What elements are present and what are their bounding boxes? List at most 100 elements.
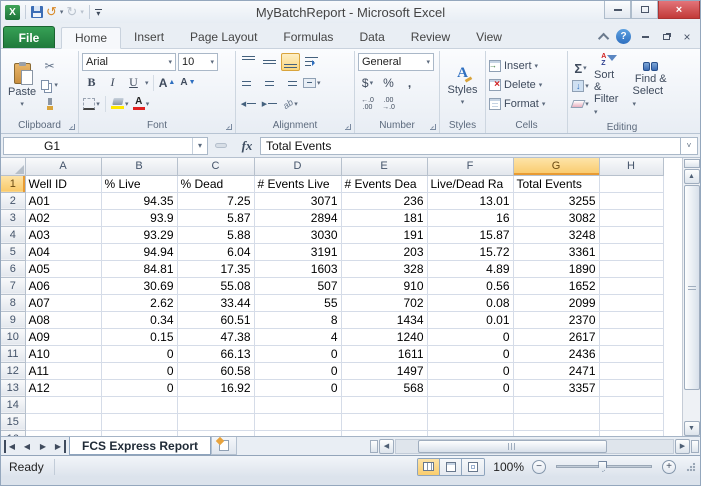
redo-icon[interactable]: ↻ (66, 6, 77, 18)
help-icon[interactable]: ? (616, 29, 631, 44)
cell-D15[interactable] (254, 413, 341, 430)
cell-F12[interactable]: 0 (427, 362, 513, 379)
column-header-D[interactable]: D (254, 158, 341, 175)
cell-B13[interactable]: 0 (101, 379, 177, 396)
cell-H4[interactable] (599, 226, 663, 243)
cell-F5[interactable]: 15.72 (427, 243, 513, 260)
cell-G4[interactable]: 3248 (513, 226, 599, 243)
cell-D12[interactable]: 0 (254, 362, 341, 379)
cell-F3[interactable]: 16 (427, 209, 513, 226)
cell-C10[interactable]: 47.38 (177, 328, 254, 345)
cell-C7[interactable]: 55.08 (177, 277, 254, 294)
cell-E3[interactable]: 181 (341, 209, 427, 226)
cell-C5[interactable]: 6.04 (177, 243, 254, 260)
cell-E1[interactable]: # Events Dea (341, 175, 427, 192)
page-break-view-button[interactable] (462, 459, 484, 475)
cell-E8[interactable]: 702 (341, 294, 427, 311)
collapse-ribbon-icon[interactable] (598, 32, 609, 43)
minimize-button[interactable] (604, 1, 631, 19)
cell-B16[interactable] (101, 430, 177, 436)
excel-logo-icon[interactable]: X (5, 5, 20, 20)
cell-C13[interactable]: 16.92 (177, 379, 254, 396)
fill-button[interactable]: ↓▾ (571, 77, 590, 95)
cell-A4[interactable]: A03 (25, 226, 101, 243)
dialog-launcher-icon[interactable] (69, 124, 75, 130)
cell-G14[interactable] (513, 396, 599, 413)
scroll-down-icon[interactable]: ▼ (684, 421, 700, 436)
cell-E10[interactable]: 1240 (341, 328, 427, 345)
column-header-F[interactable]: F (427, 158, 513, 175)
cell-C3[interactable]: 5.87 (177, 209, 254, 226)
cell-E2[interactable]: 236 (341, 192, 427, 209)
cell-C4[interactable]: 5.88 (177, 226, 254, 243)
expand-formula-bar-icon[interactable]: ˅ (681, 137, 698, 155)
column-header-A[interactable]: A (25, 158, 101, 175)
currency-format-button[interactable]: $▾ (358, 74, 377, 92)
scroll-up-icon[interactable]: ▲ (684, 169, 700, 184)
cell-A5[interactable]: A04 (25, 243, 101, 260)
cell-B4[interactable]: 93.29 (101, 226, 177, 243)
cell-A6[interactable]: A05 (25, 260, 101, 277)
cell-D2[interactable]: 3071 (254, 192, 341, 209)
decrease-decimal-button[interactable]: .00 →.0 (379, 95, 398, 113)
cell-G3[interactable]: 3082 (513, 209, 599, 226)
wrap-text-button[interactable] (302, 53, 321, 71)
font-name-select[interactable]: Arial▾ (82, 53, 176, 71)
delete-cells-button[interactable]: Delete▾ (489, 76, 564, 95)
cell-B8[interactable]: 2.62 (101, 294, 177, 311)
column-header-E[interactable]: E (341, 158, 427, 175)
row-header-16[interactable]: 16 (1, 430, 25, 436)
cell-D11[interactable]: 0 (254, 345, 341, 362)
row-header-2[interactable]: 2 (1, 192, 25, 209)
previous-sheet-icon[interactable]: ◀ (20, 440, 34, 453)
cell-G2[interactable]: 3255 (513, 192, 599, 209)
ribbon-tab-page-layout[interactable]: Page Layout (177, 26, 270, 48)
comma-format-button[interactable]: , (400, 74, 419, 92)
cell-E6[interactable]: 328 (341, 260, 427, 277)
cell-B7[interactable]: 30.69 (101, 277, 177, 294)
zoom-out-button[interactable]: − (532, 460, 546, 474)
fill-color-button[interactable]: ▾ (110, 95, 130, 113)
cell-E12[interactable]: 1497 (341, 362, 427, 379)
cell-B5[interactable]: 94.94 (101, 243, 177, 260)
decrease-indent-button[interactable]: ◀ (239, 95, 258, 113)
undo-icon[interactable]: ↺ (46, 6, 57, 18)
row-header-6[interactable]: 6 (1, 260, 25, 277)
horizontal-split-handle[interactable] (370, 440, 378, 453)
name-box-dropdown-icon[interactable]: ▾ (192, 138, 207, 154)
zoom-slider[interactable] (556, 465, 652, 468)
resize-grip-icon[interactable] (686, 462, 696, 472)
cell-D9[interactable]: 8 (254, 311, 341, 328)
cell-F11[interactable]: 0 (427, 345, 513, 362)
styles-button[interactable]: A Styles ▾ (444, 51, 482, 119)
cell-F2[interactable]: 13.01 (427, 192, 513, 209)
cell-D6[interactable]: 1603 (254, 260, 341, 277)
row-header-4[interactable]: 4 (1, 226, 25, 243)
row-header-3[interactable]: 3 (1, 209, 25, 226)
cell-C12[interactable]: 60.58 (177, 362, 254, 379)
cut-button[interactable]: ✂ (40, 57, 59, 75)
cell-C11[interactable]: 66.13 (177, 345, 254, 362)
horizontal-scroll-thumb[interactable] (418, 440, 606, 453)
cell-H7[interactable] (599, 277, 663, 294)
chevron-down-icon[interactable]: ▾ (145, 79, 149, 87)
percent-format-button[interactable]: % (379, 74, 398, 92)
cell-E7[interactable]: 910 (341, 277, 427, 294)
cell-C9[interactable]: 60.51 (177, 311, 254, 328)
cell-E4[interactable]: 191 (341, 226, 427, 243)
format-cells-button[interactable]: Format▾ (489, 95, 564, 114)
cell-F8[interactable]: 0.08 (427, 294, 513, 311)
formula-input[interactable]: Total Events (260, 137, 681, 155)
row-header-1[interactable]: 1 (1, 175, 25, 192)
cell-H9[interactable] (599, 311, 663, 328)
select-all-corner[interactable] (1, 158, 25, 175)
cell-G13[interactable]: 3357 (513, 379, 599, 396)
ribbon-tab-formulas[interactable]: Formulas (270, 26, 346, 48)
align-bottom-button[interactable] (281, 53, 300, 71)
clear-button[interactable]: ▾ (571, 95, 590, 113)
cell-H14[interactable] (599, 396, 663, 413)
insert-worksheet-tab[interactable] (211, 437, 237, 455)
column-header-B[interactable]: B (101, 158, 177, 175)
cell-F15[interactable] (427, 413, 513, 430)
cell-H10[interactable] (599, 328, 663, 345)
